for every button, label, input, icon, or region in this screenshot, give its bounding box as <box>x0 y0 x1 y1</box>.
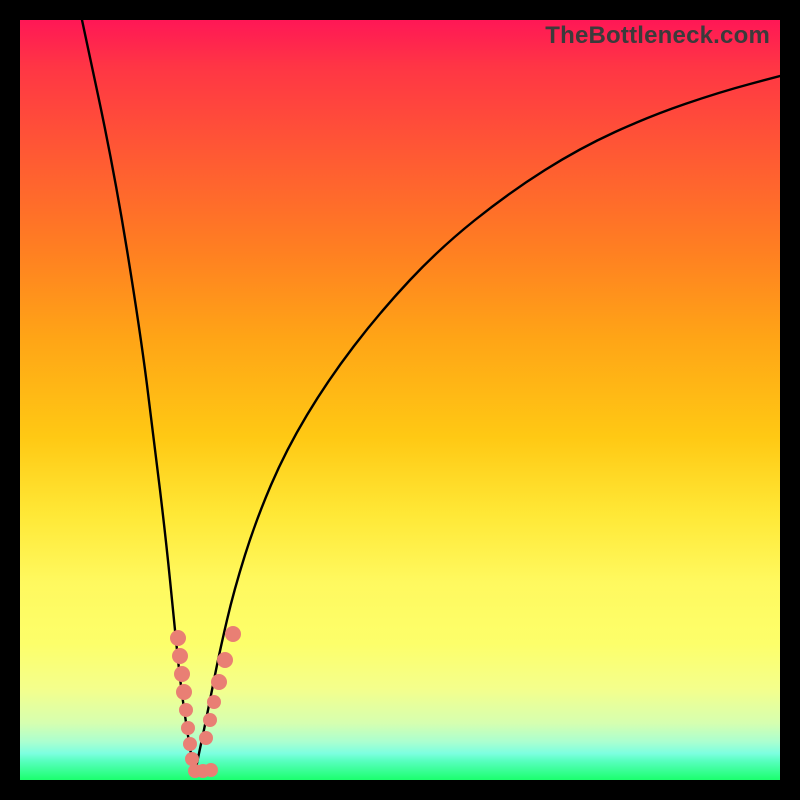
bead-left-6 <box>181 721 195 735</box>
bead-right-4 <box>211 674 227 690</box>
bead-right-6 <box>225 626 241 642</box>
bead-left-8 <box>185 752 199 766</box>
bead-left-4 <box>176 684 192 700</box>
bead-left-2 <box>172 648 188 664</box>
bead-left-3 <box>174 666 190 682</box>
bead-right-5 <box>217 652 233 668</box>
data-beads <box>170 626 241 778</box>
bead-bottom-3 <box>204 763 218 777</box>
right-curve <box>195 76 780 773</box>
bead-right-2 <box>203 713 217 727</box>
bead-right-3 <box>207 695 221 709</box>
bead-left-5 <box>179 703 193 717</box>
bead-left-7 <box>183 737 197 751</box>
chart-svg <box>20 20 780 780</box>
chart-frame: TheBottleneck.com <box>20 20 780 780</box>
bead-right-1 <box>199 731 213 745</box>
watermark-text: TheBottleneck.com <box>545 22 770 50</box>
bead-left-1 <box>170 630 186 646</box>
